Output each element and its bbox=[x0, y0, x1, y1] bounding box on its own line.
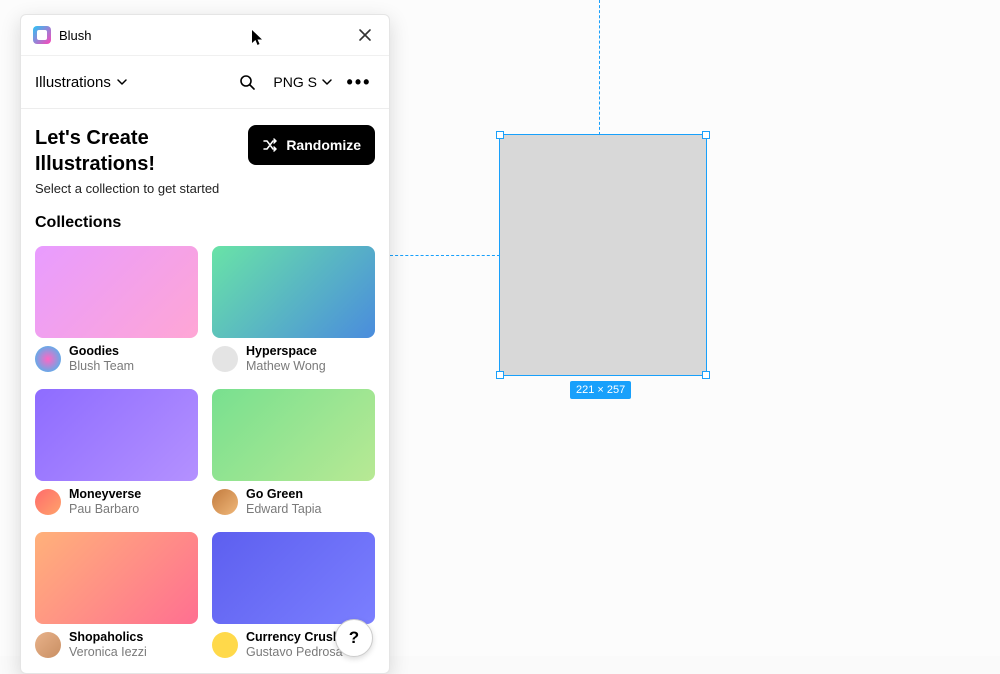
search-button[interactable] bbox=[231, 66, 263, 98]
shuffle-icon bbox=[262, 137, 278, 153]
collection-thumbnail bbox=[35, 246, 198, 338]
author-avatar bbox=[35, 489, 61, 515]
collection-thumbnail bbox=[212, 246, 375, 338]
selection-size-badge: 221 × 257 bbox=[570, 381, 631, 399]
resize-handle-bottom-right[interactable] bbox=[702, 371, 710, 379]
collection-thumbnail bbox=[212, 532, 375, 624]
author-avatar bbox=[212, 632, 238, 658]
collection-card[interactable]: Moneyverse Pau Barbaro bbox=[35, 389, 198, 518]
resize-handle-top-left[interactable] bbox=[496, 131, 504, 139]
category-dropdown[interactable]: Illustrations bbox=[35, 74, 128, 91]
collection-author: Blush Team bbox=[69, 359, 134, 375]
collection-author: Mathew Wong bbox=[246, 359, 326, 375]
collection-card[interactable]: Shopaholics Veronica Iezzi bbox=[35, 532, 198, 661]
randomize-button[interactable]: Randomize bbox=[248, 125, 375, 165]
help-icon: ? bbox=[349, 628, 359, 648]
author-avatar bbox=[212, 489, 238, 515]
collection-author: Edward Tapia bbox=[246, 502, 322, 518]
search-icon bbox=[239, 74, 256, 91]
hero-subtitle: Select a collection to get started bbox=[35, 181, 238, 196]
collection-title: Hyperspace bbox=[246, 344, 326, 360]
close-icon bbox=[358, 28, 372, 42]
selected-rectangle[interactable] bbox=[500, 135, 706, 375]
export-format-label: PNG S bbox=[273, 74, 317, 90]
collection-card[interactable]: Hyperspace Mathew Wong bbox=[212, 246, 375, 375]
close-button[interactable] bbox=[353, 23, 377, 47]
chevron-down-icon bbox=[321, 76, 333, 88]
plugin-logo-icon bbox=[33, 26, 51, 44]
more-options-button[interactable]: ••• bbox=[343, 66, 375, 98]
collection-card[interactable]: Go Green Edward Tapia bbox=[212, 389, 375, 518]
collection-thumbnail bbox=[35, 532, 198, 624]
hero-section: Let's Create Illustrations! Select a col… bbox=[21, 109, 389, 206]
category-label: Illustrations bbox=[35, 74, 111, 91]
collection-author: Pau Barbaro bbox=[69, 502, 141, 518]
author-avatar bbox=[35, 346, 61, 372]
alignment-guide-vertical bbox=[599, 0, 600, 135]
collection-title: Shopaholics bbox=[69, 630, 147, 646]
hero-title: Let's Create Illustrations! bbox=[35, 125, 238, 177]
panel-scroll-area[interactable]: Let's Create Illustrations! Select a col… bbox=[21, 109, 389, 673]
collection-thumbnail bbox=[212, 389, 375, 481]
help-button[interactable]: ? bbox=[335, 619, 373, 657]
alignment-guide-horizontal bbox=[390, 255, 500, 256]
plugin-panel: Blush Illustrations PNG S ••• Let's Crea… bbox=[20, 14, 390, 674]
collection-card[interactable]: Goodies Blush Team bbox=[35, 246, 198, 375]
collection-title: Go Green bbox=[246, 487, 322, 503]
resize-handle-bottom-left[interactable] bbox=[496, 371, 504, 379]
panel-toolbar: Illustrations PNG S ••• bbox=[21, 56, 389, 109]
export-format-dropdown[interactable]: PNG S bbox=[267, 74, 339, 90]
collection-title: Goodies bbox=[69, 344, 134, 360]
collections-heading: Collections bbox=[21, 206, 389, 240]
more-icon: ••• bbox=[347, 73, 372, 91]
collections-grid: Goodies Blush Team Hyperspace Mathew Won… bbox=[21, 240, 389, 673]
collection-title: Moneyverse bbox=[69, 487, 141, 503]
collection-title: Currency Crush bbox=[246, 630, 343, 646]
author-avatar bbox=[212, 346, 238, 372]
collection-author: Veronica Iezzi bbox=[69, 645, 147, 661]
plugin-name: Blush bbox=[59, 28, 353, 43]
randomize-label: Randomize bbox=[286, 137, 361, 153]
panel-titlebar: Blush bbox=[21, 15, 389, 56]
collection-thumbnail bbox=[35, 389, 198, 481]
collection-author: Gustavo Pedrosa bbox=[246, 645, 343, 661]
resize-handle-top-right[interactable] bbox=[702, 131, 710, 139]
chevron-down-icon bbox=[116, 76, 128, 88]
author-avatar bbox=[35, 632, 61, 658]
